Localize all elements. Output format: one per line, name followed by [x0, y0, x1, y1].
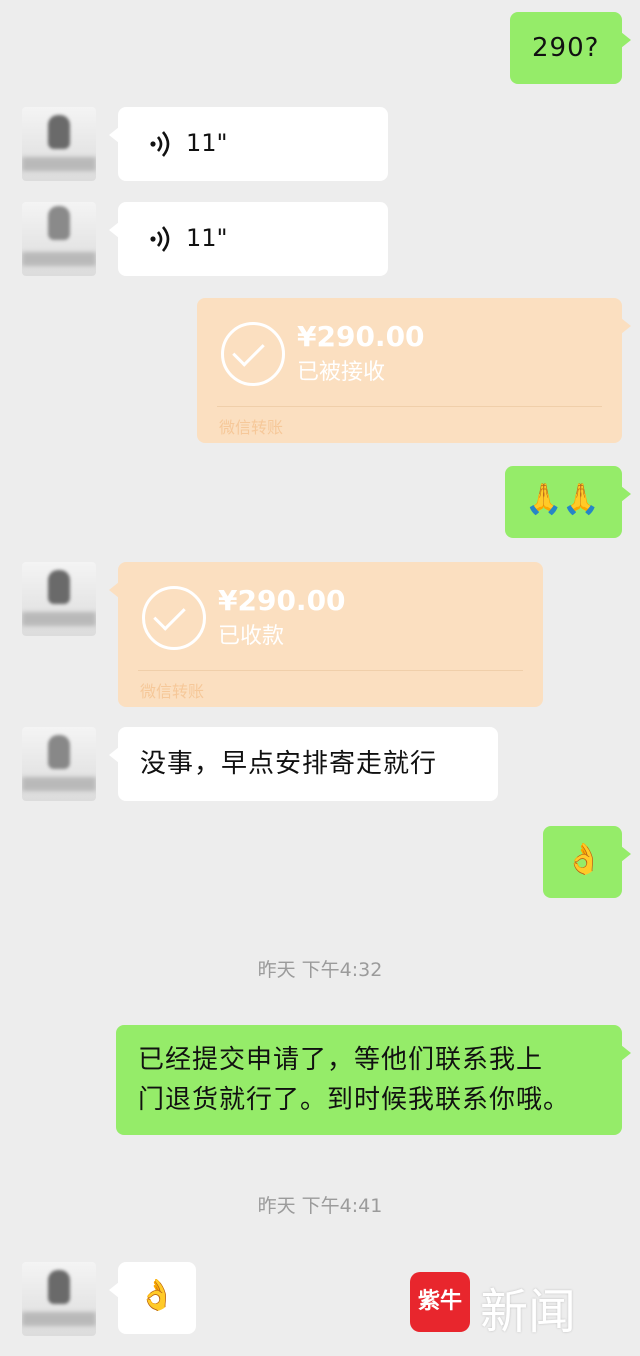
transfer-divider: [217, 406, 602, 407]
voice-message-bubble[interactable]: 11": [109, 202, 388, 276]
check-circle-icon: [142, 586, 206, 650]
message-text: 290?: [532, 33, 600, 63]
watermark-text: 新闻: [480, 1284, 577, 1340]
outgoing-message-bubble[interactable]: 290?: [510, 12, 631, 84]
message-text-line1: 已经提交申请了，等他们联系我上: [138, 1045, 544, 1075]
transfer-status: 已收款: [218, 624, 285, 649]
transfer-footer: 微信转账: [219, 418, 284, 437]
transfer-status: 已被接收: [297, 360, 386, 385]
timestamp: 昨天 下午4:41: [257, 1195, 383, 1217]
contact-avatar[interactable]: [22, 202, 96, 276]
ok-hand-emoji: 👌: [565, 842, 603, 877]
contact-avatar[interactable]: [22, 107, 96, 181]
outgoing-emoji-bubble[interactable]: 🙏🙏: [505, 466, 631, 538]
outgoing-message-bubble[interactable]: 已经提交申请了，等他们联系我上 门退货就行了。到时候我联系你哦。: [116, 1025, 631, 1135]
voice-duration: 11": [186, 129, 228, 157]
pray-emoji: 🙏🙏: [525, 482, 600, 517]
ok-hand-emoji: 👌: [138, 1278, 176, 1313]
voice-wave-icon: [150, 131, 170, 161]
voice-message-bubble[interactable]: 11": [109, 107, 388, 181]
incoming-message-bubble[interactable]: 没事，早点安排寄走就行: [109, 727, 498, 801]
transfer-footer: 微信转账: [140, 682, 205, 701]
watermark-logo-icon: 紫牛: [410, 1272, 470, 1332]
message-text: 没事，早点安排寄走就行: [140, 749, 438, 779]
transfer-card-incoming[interactable]: ¥290.00 已收款 微信转账: [109, 562, 543, 707]
contact-avatar[interactable]: [22, 562, 96, 636]
outgoing-emoji-bubble[interactable]: 👌: [543, 826, 631, 898]
transfer-amount: ¥290.00: [218, 584, 346, 617]
transfer-amount: ¥290.00: [297, 320, 425, 353]
voice-duration: 11": [186, 224, 228, 252]
transfer-card-outgoing[interactable]: ¥290.00 已被接收 微信转账: [197, 298, 631, 443]
contact-avatar[interactable]: [22, 727, 96, 801]
message-text-line2: 门退货就行了。到时候我联系你哦。: [138, 1085, 571, 1115]
check-circle-icon: [221, 322, 285, 386]
voice-wave-icon: [150, 226, 170, 256]
contact-avatar[interactable]: [22, 1262, 96, 1336]
transfer-divider: [138, 670, 523, 671]
timestamp: 昨天 下午4:32: [257, 959, 383, 981]
incoming-emoji-bubble[interactable]: 👌: [109, 1262, 196, 1334]
